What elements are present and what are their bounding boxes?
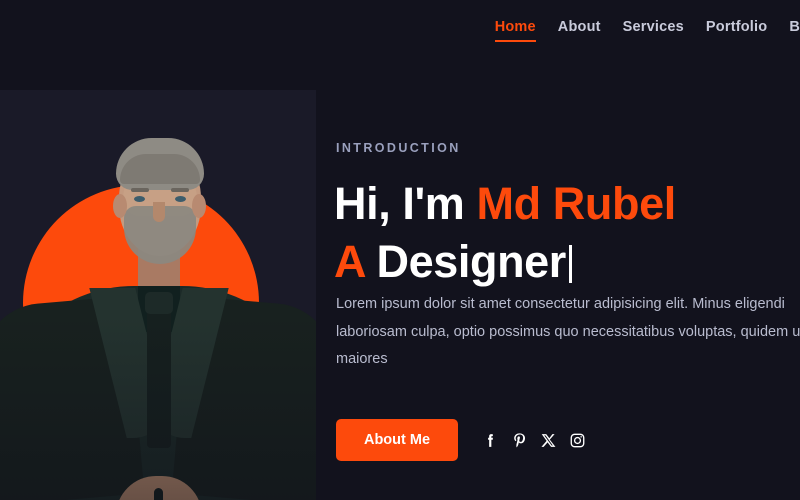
facebook-icon[interactable] [482, 432, 499, 449]
nav-item-portfolio[interactable]: Portfolio [706, 19, 767, 44]
hero-content: INTRODUCTION Hi, I'm Md Rubel A Designer… [334, 0, 800, 500]
instagram-icon[interactable] [569, 432, 586, 449]
hero-page: Home About Services Portfolio B INTRODUC… [0, 0, 800, 500]
nav-list: Home About Services Portfolio B [494, 19, 800, 44]
x-twitter-icon[interactable] [540, 432, 557, 449]
headline-greeting: Hi, I'm [334, 178, 477, 229]
portrait-panel [0, 90, 316, 500]
main-navigation: Home About Services Portfolio B [0, 0, 800, 62]
typing-caret [568, 245, 572, 283]
nav-item-blog[interactable]: B [789, 19, 800, 44]
hero-description: Lorem ipsum dolor sit amet consectetur a… [336, 296, 800, 367]
social-links [482, 432, 586, 449]
section-eyebrow: INTRODUCTION [336, 141, 461, 155]
hero-headline: Hi, I'm Md Rubel A Designer [334, 175, 800, 291]
headline-name: Md Rubel [476, 178, 677, 229]
nav-item-services[interactable]: Services [623, 19, 684, 44]
about-me-button[interactable]: About Me [336, 419, 458, 461]
headline-article: A [334, 236, 377, 287]
panel-vignette [0, 90, 316, 500]
headline-role: Designer [376, 236, 567, 287]
nav-item-home[interactable]: Home [494, 19, 536, 44]
pinterest-icon[interactable] [511, 432, 528, 449]
nav-item-about[interactable]: About [558, 19, 601, 44]
hero-actions: About Me [336, 419, 586, 461]
